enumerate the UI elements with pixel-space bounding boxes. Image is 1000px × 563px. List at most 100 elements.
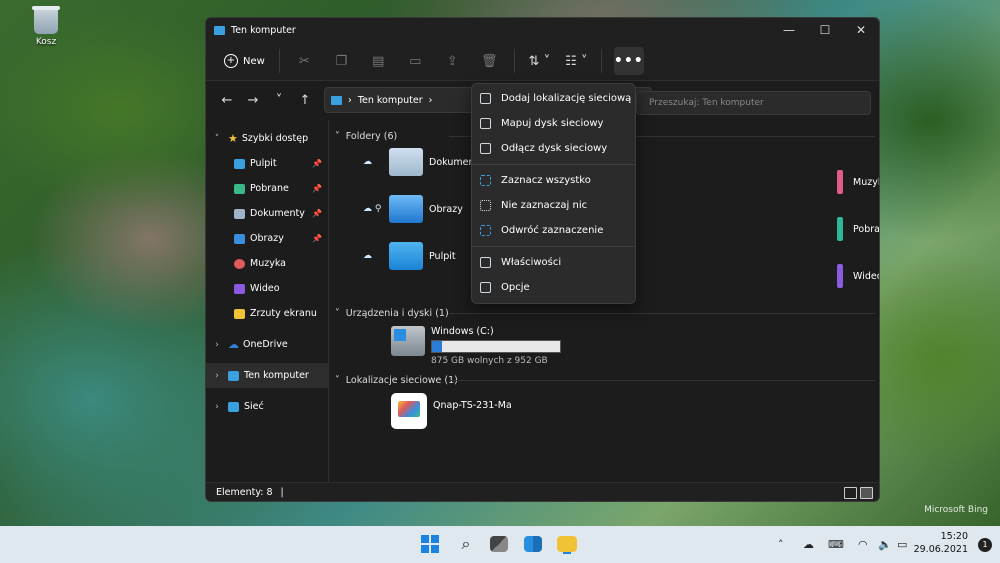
folder-documents[interactable]: Dokumenty	[389, 148, 484, 176]
folder-label: Muzyka	[853, 176, 879, 188]
drive-label: Windows (C:)	[431, 326, 494, 337]
recycle-bin-icon[interactable]: Kosz	[26, 6, 66, 47]
menu-item-map-network-drive[interactable]: Mapuj dysk sieciowy	[472, 111, 635, 136]
computer-icon	[214, 25, 225, 35]
music-icon	[234, 258, 245, 269]
sidebar-item-label: Wideo	[250, 283, 280, 294]
sidebar-item-network[interactable]: › Sieć	[206, 394, 328, 419]
details-view-icon[interactable]	[844, 487, 857, 499]
videos-folder-icon	[837, 264, 843, 288]
menu-item-label: Nie zaznaczaj nic	[501, 200, 588, 211]
folder-icon	[234, 308, 245, 319]
documents-icon	[234, 208, 245, 219]
back-arrow-icon[interactable]: ←	[214, 93, 240, 108]
menu-item-disconnect-network-drive[interactable]: Odłącz dysk sieciowy	[472, 136, 635, 161]
folder-music[interactable]: Muzyka	[837, 170, 879, 194]
drive-c[interactable]: Windows (C:) 875 GB wolnych z 952 GB	[391, 326, 561, 366]
sidebar-item-this-pc[interactable]: › Ten komputer	[206, 363, 328, 388]
menu-item-properties[interactable]: Właściwości	[472, 250, 635, 275]
menu-item-invert-selection[interactable]: Odwróć zaznaczenie	[472, 218, 635, 243]
menu-item-select-none[interactable]: Nie zaznaczaj nic	[472, 193, 635, 218]
battery-icon[interactable]: ▭	[897, 538, 907, 551]
window-title: Ten komputer	[231, 24, 296, 36]
sidebar-item-screenshots[interactable]: Zrzuty ekranu	[206, 301, 328, 326]
sidebar-item-onedrive[interactable]: › ☁ OneDrive	[206, 332, 328, 357]
status-divider: |	[280, 486, 284, 498]
item-count: Elementy: 8	[216, 486, 273, 498]
start-icon[interactable]	[421, 535, 439, 553]
chevron-right-icon[interactable]: ›	[206, 402, 228, 412]
taskbar: ⌕ ˄ ☁ ⌨ ◠ 🔈 ▭ 15:20 29.06.2021 1	[0, 526, 1000, 563]
forward-arrow-icon[interactable]: →	[240, 93, 266, 108]
pin-icon: 📌	[312, 209, 322, 218]
onedrive-cloud-icon[interactable]: ☁	[803, 538, 814, 551]
menu-item-select-all[interactable]: Zaznacz wszystko	[472, 168, 635, 193]
folder-downloads[interactable]: Pobrane	[837, 217, 879, 241]
close-button[interactable]: ✕	[843, 23, 879, 37]
pin-icon: 📌	[312, 184, 322, 193]
delete-icon[interactable]: 🗑	[471, 48, 508, 74]
sidebar-item-desktop[interactable]: Pulpit 📌	[206, 151, 328, 176]
menu-item-options[interactable]: Opcje	[472, 275, 635, 300]
network-location[interactable]: Qnap-TS-231-Ma	[391, 393, 512, 429]
widgets-icon[interactable]	[524, 536, 542, 552]
sidebar-item-music[interactable]: Muzyka	[206, 251, 328, 276]
keyboard-icon[interactable]: ⌨	[828, 538, 844, 551]
clock[interactable]: 15:20 29.06.2021	[914, 530, 968, 556]
wifi-icon[interactable]: ◠	[858, 538, 868, 551]
minimize-button[interactable]: —	[771, 23, 807, 37]
group-header-network[interactable]: ˅ Lokalizacje sieciowe (1)	[329, 370, 879, 390]
chevron-down-icon[interactable]: ˅	[206, 134, 228, 144]
rename-icon[interactable]: ▭	[397, 48, 434, 74]
recent-locations-chevron-icon[interactable]: ˅	[266, 93, 292, 108]
tiles-view-icon[interactable]	[860, 487, 873, 499]
sidebar-item-pictures[interactable]: Obrazy 📌	[206, 226, 328, 251]
cloud-status-icon: ☁ ⚲	[363, 204, 382, 214]
view-button[interactable]: ☷ ˅	[558, 48, 595, 74]
menu-item-add-network-location[interactable]: Dodaj lokalizację sieciową	[472, 86, 635, 111]
breadcrumb-separator: ›	[428, 94, 433, 106]
sidebar-item-label: Pulpit	[250, 158, 277, 169]
search-box[interactable]: Przeszukaj: Ten komputer	[636, 91, 871, 115]
desktop-folder-icon	[234, 158, 245, 169]
chevron-up-icon[interactable]: ˄	[778, 538, 784, 551]
network-icon	[228, 401, 239, 412]
sort-button[interactable]: ⇅ ˅	[521, 48, 558, 74]
maximize-button[interactable]: ☐	[807, 23, 843, 37]
video-icon	[234, 283, 245, 294]
sidebar-item-documents[interactable]: Dokumenty 📌	[206, 201, 328, 226]
command-bar: + New ✂ ❐ ▤ ▭ ⇪ 🗑 ⇅ ˅ ☷ ˅ •••	[206, 42, 879, 81]
volume-icon[interactable]: 🔈	[878, 538, 892, 551]
drive-free-space: 875 GB wolnych z 952 GB	[431, 356, 548, 366]
see-more-menu: Dodaj lokalizację sieciową Mapuj dysk si…	[471, 83, 636, 304]
sidebar-item-quick-access[interactable]: ˅ ★ Szybki dostęp	[206, 126, 328, 151]
chevron-right-icon[interactable]: ›	[206, 340, 228, 350]
see-more-button[interactable]: •••	[613, 47, 644, 75]
sidebar-item-label: Ten komputer	[244, 370, 309, 381]
notification-badge[interactable]: 1	[978, 538, 992, 552]
sidebar-item-videos[interactable]: Wideo	[206, 276, 328, 301]
group-header-drives[interactable]: ˅ Urządzenia i dyski (1)	[329, 303, 879, 323]
search-icon[interactable]: ⌕	[455, 533, 477, 555]
sidebar-item-downloads[interactable]: Pobrane 📌	[206, 176, 328, 201]
menu-item-label: Mapuj dysk sieciowy	[501, 118, 604, 129]
folder-videos[interactable]: Wideo	[837, 264, 879, 288]
up-arrow-icon[interactable]: ↑	[292, 93, 318, 108]
file-explorer-icon[interactable]	[557, 536, 577, 552]
cloud-status-icon: ☁	[363, 251, 372, 261]
cut-icon[interactable]: ✂	[286, 48, 323, 74]
select-none-icon	[480, 200, 491, 211]
share-icon[interactable]: ⇪	[434, 48, 471, 74]
new-button[interactable]: + New	[216, 48, 273, 74]
sidebar-item-label: Zrzuty ekranu	[250, 308, 317, 319]
paste-icon[interactable]: ▤	[360, 48, 397, 74]
folder-desktop[interactable]: Pulpit	[389, 242, 456, 270]
task-view-icon[interactable]	[490, 536, 508, 552]
copy-icon[interactable]: ❐	[323, 48, 360, 74]
breadcrumb[interactable]: Ten komputer	[358, 95, 423, 106]
properties-icon	[480, 257, 491, 268]
cloud-status-icon: ☁	[363, 157, 372, 167]
folder-pictures[interactable]: Obrazy	[389, 195, 463, 223]
chevron-right-icon[interactable]: ›	[206, 371, 228, 381]
computer-icon	[228, 370, 239, 381]
